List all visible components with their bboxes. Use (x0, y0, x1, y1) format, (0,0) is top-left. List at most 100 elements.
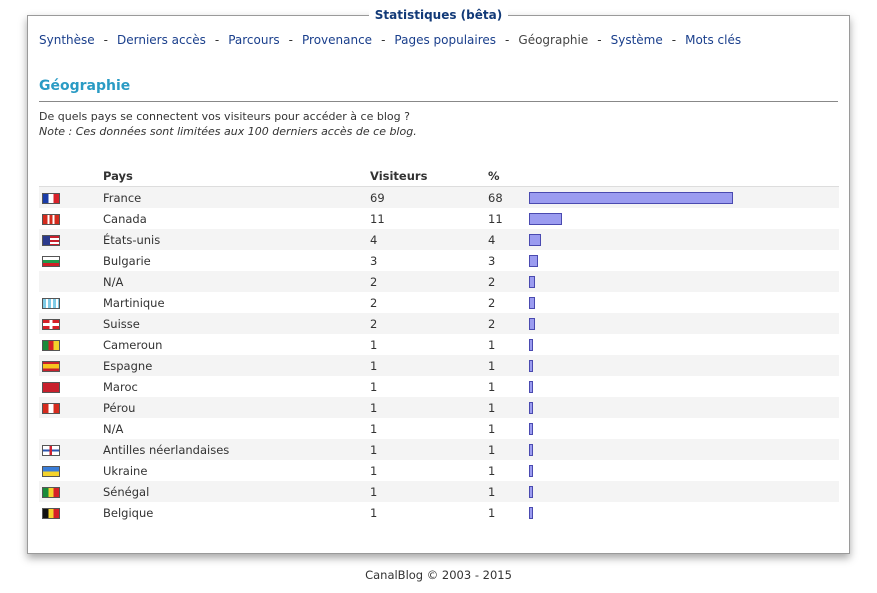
percent-bar (529, 192, 733, 204)
percent-bar (529, 381, 533, 393)
flag-cell (39, 292, 103, 313)
flag-cell (39, 334, 103, 355)
visitor-count: 1 (370, 421, 378, 436)
table-row: N/A 1 1 (39, 418, 839, 439)
percent-bar (529, 486, 533, 498)
bar-cell (529, 313, 839, 334)
country-name: Pérou (103, 397, 370, 418)
percent-bar (529, 465, 533, 477)
table-row: Cameroun 1 1 (39, 334, 839, 355)
flag-cell (39, 481, 103, 502)
percent-value: 11 (488, 211, 503, 226)
table-row: Sénégal 1 1 (39, 481, 839, 502)
percent-value: 1 (488, 481, 529, 502)
bar-cell (529, 460, 839, 481)
flag-column-header (39, 166, 103, 187)
visitor-count: 4 (370, 229, 488, 250)
bar-column-header (529, 166, 839, 187)
flag-cell (39, 271, 103, 292)
percent-bar (529, 297, 535, 309)
nav-item-3[interactable]: Provenance (302, 33, 372, 47)
country-name: Cameroun (103, 337, 163, 352)
flag-cell (39, 502, 103, 523)
nav-item-4[interactable]: Pages populaires (394, 33, 496, 47)
percent-value: 68 (488, 186, 529, 208)
country-name: France (103, 186, 370, 208)
visitor-count: 1 (370, 439, 488, 460)
bar-cell (529, 355, 839, 376)
percent-value: 2 (488, 271, 529, 292)
percent-value: 1 (488, 337, 496, 352)
percent-value: 1 (488, 463, 496, 478)
country-name: Suisse (103, 313, 370, 334)
bar-cell (529, 502, 839, 523)
percent-bar (529, 360, 533, 372)
country-name: Belgique (103, 505, 154, 520)
table-row: Maroc 1 1 (39, 376, 839, 397)
flag-cell (39, 313, 103, 334)
bar-cell (529, 229, 839, 250)
bar-cell (529, 376, 839, 397)
visitor-count: 1 (370, 397, 488, 418)
section-note: Note : Ces données sont limitées aux 100… (39, 125, 417, 138)
bar-cell (529, 334, 839, 355)
percent-value: 2 (488, 313, 529, 334)
country-name: États-unis (103, 229, 370, 250)
nav-item-7[interactable]: Mots clés (685, 33, 741, 47)
title-divider (39, 101, 838, 102)
usa-flag-icon (42, 234, 60, 246)
nav-item-2[interactable]: Parcours (228, 33, 279, 47)
bar-cell (529, 271, 839, 292)
bulgaria-flag-icon (42, 255, 60, 267)
geography-table: Pays Visiteurs % France 69 68 Canada 11 11 Éta… (39, 166, 839, 523)
flag-cell (39, 229, 103, 250)
netherlands-antilles-flag-icon (42, 444, 60, 456)
nav-separator: - (288, 33, 293, 47)
table-row: N/A 2 2 (39, 271, 839, 292)
visitor-count: 11 (370, 211, 385, 226)
percent-value: 4 (488, 229, 529, 250)
visitor-count: 2 (370, 271, 488, 292)
country-name: Antilles néerlandaises (103, 439, 370, 460)
table-row: Espagne 1 1 (39, 355, 839, 376)
table-row: Belgique 1 1 (39, 502, 839, 523)
country-name: Maroc (103, 379, 138, 394)
bar-cell (529, 250, 839, 271)
visitor-count: 1 (370, 379, 378, 394)
country-name: Canada (103, 211, 147, 226)
bar-cell (529, 292, 839, 313)
stats-nav: Synthèse - Derniers accès - Parcours - Provena… (39, 33, 741, 47)
percent-bar (529, 402, 533, 414)
country-name: Espagne (103, 355, 370, 376)
percent-bar (529, 423, 533, 435)
bar-cell (529, 481, 839, 502)
percent-bar (529, 234, 541, 246)
country-name: Sénégal (103, 481, 370, 502)
nav-item-5: Géographie (518, 33, 589, 47)
flag-cell (39, 208, 103, 229)
bar-cell (529, 208, 839, 229)
bar-cell (529, 186, 839, 208)
switzerland-flag-icon (42, 318, 60, 330)
percent-column-header: % (488, 166, 529, 187)
footer: CanalBlog © 2003 - 2015 (365, 568, 512, 582)
canada-flag-icon (42, 213, 60, 225)
percent-bar (529, 318, 535, 330)
country-name: Ukraine (103, 463, 148, 478)
table-row: États-unis 4 4 (39, 229, 839, 250)
country-name: Bulgarie (103, 253, 151, 268)
morocco-flag-icon (42, 381, 60, 393)
martinique-flag-icon (42, 297, 60, 309)
nav-separator: - (597, 33, 602, 47)
visitor-count: 1 (370, 481, 488, 502)
table-row: Canada 11 11 (39, 208, 839, 229)
nav-item-1[interactable]: Derniers accès (117, 33, 206, 47)
percent-bar (529, 255, 538, 267)
percent-value: 3 (488, 253, 496, 268)
percent-value: 1 (488, 397, 529, 418)
visitor-count: 1 (370, 337, 378, 352)
bar-cell (529, 418, 839, 439)
nav-item-0[interactable]: Synthèse (39, 33, 95, 47)
nav-item-6[interactable]: Système (611, 33, 663, 47)
flag-cell (39, 439, 103, 460)
